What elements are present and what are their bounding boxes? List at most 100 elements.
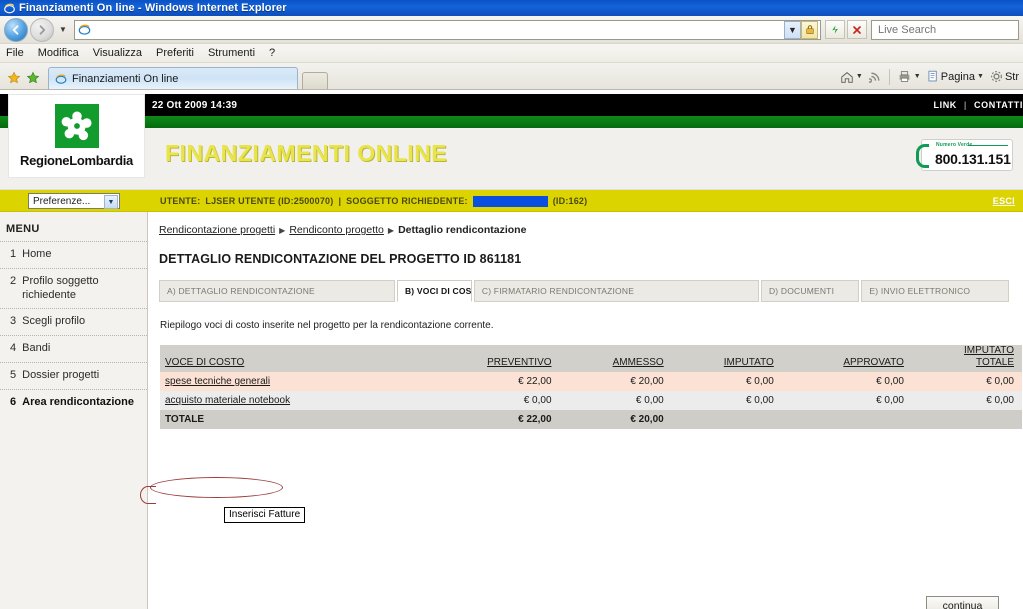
star-icon[interactable] bbox=[4, 67, 23, 89]
chevron-down-icon[interactable]: ▼ bbox=[104, 195, 118, 209]
breadcrumb-item-rendiconto-progetto[interactable]: Rendiconto progetto bbox=[289, 224, 384, 236]
cell-voce-di-costo[interactable]: spese tecniche generali bbox=[160, 372, 423, 391]
sidebar-item-scegli-profilo[interactable]: 3 Scegli profilo bbox=[0, 308, 147, 335]
forward-arrow-icon[interactable] bbox=[30, 17, 54, 42]
column-header-imputato-totale-line2: TOTALE bbox=[976, 356, 1014, 368]
numero-verde-number: 800.131.151 bbox=[935, 150, 1011, 167]
star-plus-icon[interactable] bbox=[23, 67, 42, 89]
preferences-selected-value: Preferenze... bbox=[33, 195, 91, 207]
voce-link[interactable]: acquisto materiale notebook bbox=[165, 395, 290, 406]
green-band bbox=[0, 116, 1023, 128]
numero-verde-box: Numero Verde 800.131.151 bbox=[916, 139, 1013, 171]
annotation-ellipse-sidebar bbox=[140, 486, 156, 504]
back-arrow-icon[interactable] bbox=[4, 17, 28, 42]
menu-item-help[interactable]: ? bbox=[269, 47, 275, 59]
table-header-row: VOCE DI COSTO PREVENTIVO AMMESSO IMPUTAT… bbox=[160, 345, 1022, 372]
topbar-separator: | bbox=[963, 100, 968, 110]
sidebar-item-profilo-soggetto-richiedente[interactable]: 2 Profilo soggetto richiedente bbox=[0, 267, 147, 309]
sidebar-item-area-rendicontazione[interactable]: 6 Area rendicontazione bbox=[0, 388, 147, 416]
table-row: acquisto materiale notebook € 0,00 € 0,0… bbox=[160, 391, 1022, 410]
table-row: spese tecniche generali € 22,00 € 20,00 … bbox=[160, 372, 1022, 391]
site-topbar: 22 Ott 2009 14:39 LINK | CONTATTI bbox=[0, 94, 1023, 116]
address-dropdown-icon[interactable]: ▼ bbox=[784, 20, 801, 39]
breadcrumb-separator: ▶ bbox=[279, 225, 286, 235]
column-header-preventivo[interactable]: PREVENTIVO bbox=[422, 345, 560, 372]
cell-preventivo: € 0,00 bbox=[422, 391, 560, 410]
home-icon[interactable]: ▼ bbox=[838, 70, 865, 84]
cell-imputato: € 0,00 bbox=[671, 391, 782, 410]
rosa-camuna-icon bbox=[54, 104, 99, 148]
voce-link[interactable]: spese tecniche generali bbox=[165, 376, 270, 387]
search-box[interactable] bbox=[871, 19, 1022, 40]
cell-imputato: € 0,00 bbox=[671, 372, 782, 391]
continua-button[interactable]: continua bbox=[926, 596, 999, 609]
menu-item-file[interactable]: File bbox=[6, 47, 24, 59]
sidebar-item-home[interactable]: 1 Home bbox=[0, 241, 147, 268]
voci-di-costo-table: VOCE DI COSTO PREVENTIVO AMMESSO IMPUTAT… bbox=[160, 345, 1022, 429]
section-tabs: A) DETTAGLIO RENDICONTAZIONE B) VOCI DI … bbox=[159, 280, 1011, 302]
logout-link[interactable]: ESCI bbox=[993, 190, 1015, 212]
menu-item-visualizza[interactable]: Visualizza bbox=[93, 47, 142, 59]
cell-total-label: TOTALE bbox=[160, 410, 423, 429]
cell-total-imputato bbox=[671, 410, 782, 429]
cell-voce-di-costo[interactable]: acquisto materiale notebook bbox=[160, 391, 423, 410]
tab-invio-elettronico[interactable]: E) INVIO ELETTRONICO bbox=[861, 280, 1009, 302]
column-header-ammesso[interactable]: AMMESSO bbox=[559, 345, 672, 372]
column-header-imputato-totale[interactable]: IMPUTATO TOTALE bbox=[911, 345, 1022, 372]
regione-lombardia-logo[interactable]: RegioneLombardia bbox=[8, 94, 145, 178]
rss-icon[interactable] bbox=[867, 70, 884, 83]
tools-menu-button[interactable]: Str bbox=[988, 70, 1021, 83]
cell-approvato: € 0,00 bbox=[781, 372, 912, 391]
preferences-select[interactable]: Preferenze... ▼ bbox=[28, 193, 120, 209]
tab-voci-di-costo[interactable]: B) VOCI DI COSTO bbox=[396, 280, 472, 302]
sidebar: MENU 1 Home 2 Profilo soggetto richieden… bbox=[0, 212, 148, 609]
user-bar: Preferenze... ▼ UTENTE: LJSER UTENTE (ID… bbox=[0, 190, 1023, 212]
navigation-toolbar: ▼ ▼ bbox=[0, 16, 1023, 44]
green-band-inner bbox=[0, 116, 1023, 128]
column-header-imputato[interactable]: IMPUTATO bbox=[671, 345, 782, 372]
chevron-down-icon[interactable]: ▼ bbox=[914, 73, 921, 80]
breadcrumb-item-rendicontazione-progetti[interactable]: Rendicontazione progetti bbox=[159, 224, 275, 236]
print-icon[interactable]: ▼ bbox=[895, 70, 923, 83]
numero-verde-label: Numero Verde bbox=[936, 142, 973, 148]
cell-approvato: € 0,00 bbox=[781, 391, 912, 410]
title-bar: Finanziamenti On line - Windows Internet… bbox=[0, 0, 1023, 16]
soggetto-label: SOGGETTO RICHIEDENTE: bbox=[346, 196, 468, 206]
stop-x-icon[interactable] bbox=[847, 20, 867, 39]
cell-imputato-totale: € 0,00 bbox=[911, 391, 1022, 410]
menu-item-modifica[interactable]: Modifica bbox=[38, 47, 79, 59]
address-input[interactable] bbox=[95, 21, 784, 38]
menu-item-preferiti[interactable]: Preferiti bbox=[156, 47, 194, 59]
column-header-voce-di-costo[interactable]: VOCE DI COSTO bbox=[160, 345, 423, 372]
tab-documenti[interactable]: D) DOCUMENTI bbox=[760, 280, 860, 302]
browser-tab[interactable]: Finanziamenti On line bbox=[48, 67, 298, 89]
address-bar[interactable]: ▼ bbox=[74, 19, 821, 40]
topbar-link-contatti[interactable]: CONTATTI bbox=[974, 100, 1023, 110]
table-body: spese tecniche generali € 22,00 € 20,00 … bbox=[160, 372, 1022, 429]
history-dropdown-icon[interactable]: ▼ bbox=[57, 25, 69, 34]
numero-verde-rule bbox=[968, 145, 1008, 146]
sidebar-item-bandi[interactable]: 4 Bandi bbox=[0, 335, 147, 362]
padlock-icon[interactable] bbox=[801, 20, 818, 39]
search-input[interactable] bbox=[876, 22, 1022, 37]
refresh-icon[interactable] bbox=[825, 20, 845, 39]
soggetto-value-redacted bbox=[472, 195, 548, 207]
chevron-down-icon[interactable]: ▼ bbox=[977, 73, 984, 80]
window-title: Finanziamenti On line - Windows Internet… bbox=[19, 2, 287, 14]
tab-dettaglio-rendicontazione[interactable]: A) DETTAGLIO RENDICONTAZIONE bbox=[159, 280, 395, 302]
tab-bar-toolbar: ▼ ▼ Pagina ▼ Str bbox=[838, 63, 1023, 90]
intro-text: Riepilogo voci di costo inserite nel pro… bbox=[160, 320, 494, 331]
topbar-link-link[interactable]: LINK bbox=[934, 100, 957, 110]
tab-firmatario-rendicontazione[interactable]: C) FIRMATARIO RENDICONTAZIONE bbox=[473, 280, 759, 302]
user-info-divider: | bbox=[338, 196, 342, 206]
menu-item-strumenti[interactable]: Strumenti bbox=[208, 47, 255, 59]
chevron-down-icon[interactable]: ▼ bbox=[856, 73, 863, 80]
new-tab-button[interactable] bbox=[302, 72, 328, 89]
browser-tab-label: Finanziamenti On line bbox=[72, 72, 179, 85]
page-menu-button[interactable]: Pagina ▼ bbox=[925, 70, 986, 83]
sidebar-item-dossier-progetti[interactable]: 5 Dossier progetti bbox=[0, 361, 147, 389]
column-header-approvato[interactable]: APPROVATO bbox=[781, 345, 912, 372]
sidebar-item-label: Scegli profilo bbox=[22, 315, 86, 328]
cell-imputato-totale: € 0,00 bbox=[911, 372, 1022, 391]
cell-preventivo: € 22,00 bbox=[422, 372, 560, 391]
